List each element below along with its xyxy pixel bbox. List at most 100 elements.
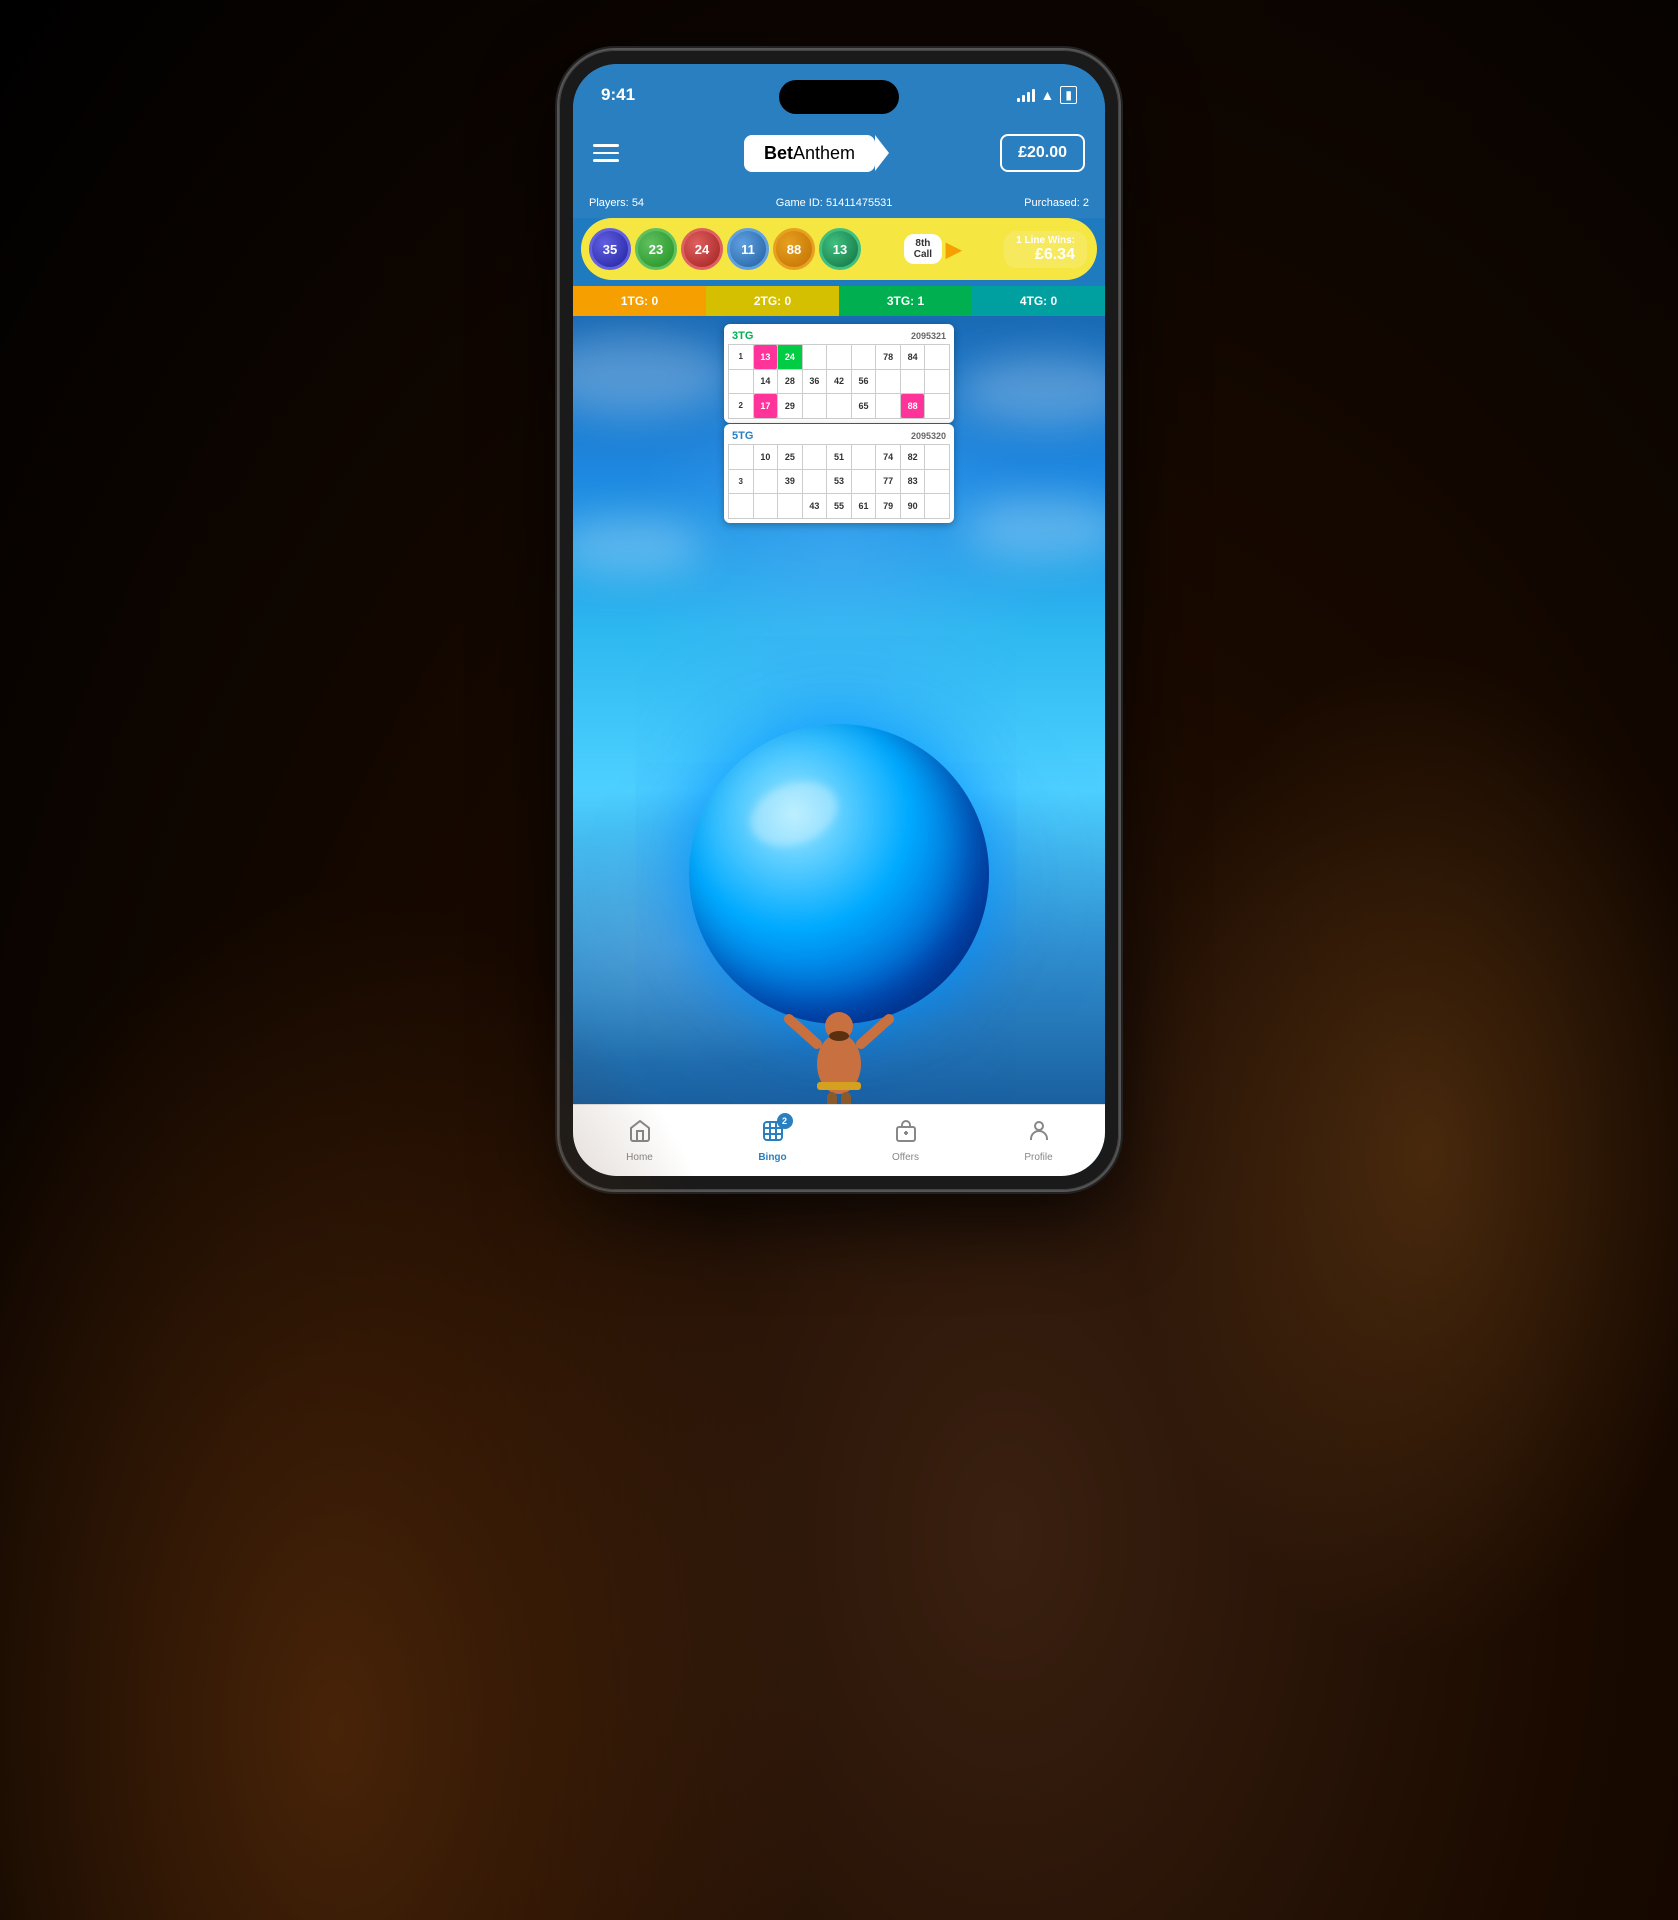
balance-button[interactable]: £20.00 [1000, 134, 1085, 172]
cell: 1 [729, 345, 753, 369]
card-5tg-grid: 10 25 51 74 82 3 39 53 [728, 444, 950, 519]
game-info-bar: Players: 54 Game ID: 51411475531 Purchas… [573, 188, 1105, 218]
call-arrow-icon: ▶ [946, 237, 961, 262]
cell [876, 394, 900, 418]
cell [925, 494, 949, 518]
cell: 36 [803, 370, 827, 394]
cell [778, 494, 802, 518]
call-badge: 8th Call [904, 234, 942, 264]
purchased-value: 2 [1083, 197, 1089, 209]
game-id-value: 51411475531 [826, 197, 892, 209]
line-wins-amount: £6.34 [1016, 246, 1075, 264]
cell: 13 [754, 345, 778, 369]
cell: 51 [827, 445, 851, 469]
bingo-card-5tg: 5TG 2095320 10 25 51 74 82 [724, 424, 954, 523]
brand-bold: Bet [764, 143, 793, 163]
card-3tg-id: 2095321 [911, 331, 946, 341]
cell: 77 [876, 470, 900, 494]
offers-icon [894, 1119, 918, 1149]
bottom-nav: Home 2 Bingo [573, 1104, 1105, 1176]
cell [852, 470, 876, 494]
tg-3: 3TG: 1 [839, 286, 972, 316]
card-3tg-grid: 1 13 24 78 84 14 28 36 42 [728, 344, 950, 419]
cell [852, 345, 876, 369]
ball-88: 88 [773, 228, 815, 270]
purchased-info: Purchased: 2 [1024, 197, 1089, 209]
cell: 61 [852, 494, 876, 518]
cell: 10 [754, 445, 778, 469]
cell [925, 470, 949, 494]
cell [827, 394, 851, 418]
cell: 42 [827, 370, 851, 394]
cell: 56 [852, 370, 876, 394]
dynamic-island [779, 80, 899, 114]
menu-button[interactable] [593, 144, 619, 162]
nav-offers[interactable]: Offers [839, 1119, 972, 1163]
cell [876, 370, 900, 394]
home-icon [628, 1119, 652, 1149]
ball-13: 13 [819, 228, 861, 270]
nav-offers-label: Offers [892, 1152, 919, 1163]
cell [729, 494, 753, 518]
profile-icon [1027, 1119, 1051, 1149]
cell [729, 370, 753, 394]
battery-icon: ▮ [1060, 86, 1077, 104]
tg-1: 1TG: 0 [573, 286, 706, 316]
players-label: Players: [589, 197, 629, 209]
nav-bingo[interactable]: 2 Bingo [706, 1119, 839, 1163]
nav-profile-label: Profile [1024, 1152, 1052, 1163]
ball-35: 35 [589, 228, 631, 270]
ball-24: 24 [681, 228, 723, 270]
nav-profile[interactable]: Profile [972, 1119, 1105, 1163]
phone-frame: 9:41 ▲ ▮ BetAnthem [559, 50, 1119, 1190]
call-display: 35 23 24 11 88 13 8th Call ▶ 1 Line Wins… [581, 218, 1097, 280]
bingo-icon: 2 [761, 1119, 785, 1149]
brand-light: Anthem [793, 143, 855, 163]
card-5tg-id: 2095320 [911, 431, 946, 441]
cell [925, 445, 949, 469]
nav-home-label: Home [626, 1152, 653, 1163]
scene: 9:41 ▲ ▮ BetAnthem [0, 0, 1678, 1920]
players-info: Players: 54 [589, 197, 644, 209]
cell: 43 [803, 494, 827, 518]
cell: 29 [778, 394, 802, 418]
cloud-left [573, 336, 733, 416]
cell: 14 [754, 370, 778, 394]
tg-2: 2TG: 0 [706, 286, 839, 316]
cell: 84 [901, 345, 925, 369]
game-background: 3TG 2095321 1 13 24 78 84 [573, 316, 1105, 1104]
status-icons: ▲ ▮ [1017, 86, 1077, 104]
bingo-card-3tg: 3TG 2095321 1 13 24 78 84 [724, 324, 954, 423]
ball-11: 11 [727, 228, 769, 270]
cell: 24 [778, 345, 802, 369]
cell: 79 [876, 494, 900, 518]
card-5tg-header: 5TG 2095320 [728, 428, 950, 444]
cloud-right [955, 356, 1105, 426]
brand-logo: BetAnthem [744, 135, 875, 172]
cell: 78 [876, 345, 900, 369]
card-3tg-header: 3TG 2095321 [728, 328, 950, 344]
cell: 17 [754, 394, 778, 418]
cell [827, 345, 851, 369]
ball-23: 23 [635, 228, 677, 270]
nav-home[interactable]: Home [573, 1119, 706, 1163]
cell [925, 370, 949, 394]
cell: 25 [778, 445, 802, 469]
app-header: BetAnthem £20.00 [573, 118, 1105, 188]
cell: 39 [778, 470, 802, 494]
cell [925, 394, 949, 418]
cell [803, 470, 827, 494]
tg-4: 4TG: 0 [972, 286, 1105, 316]
cell: 53 [827, 470, 851, 494]
cell: 2 [729, 394, 753, 418]
signal-icon [1017, 88, 1035, 102]
card-5tg-label: 5TG [732, 430, 753, 442]
cell [925, 345, 949, 369]
cell: 90 [901, 494, 925, 518]
phone-screen: 9:41 ▲ ▮ BetAnthem [573, 64, 1105, 1176]
balls-row: 35 23 24 11 88 13 [589, 228, 861, 270]
cell: 55 [827, 494, 851, 518]
call-label: Call [914, 249, 932, 260]
cell [901, 370, 925, 394]
cloud-right-2 [965, 496, 1105, 561]
